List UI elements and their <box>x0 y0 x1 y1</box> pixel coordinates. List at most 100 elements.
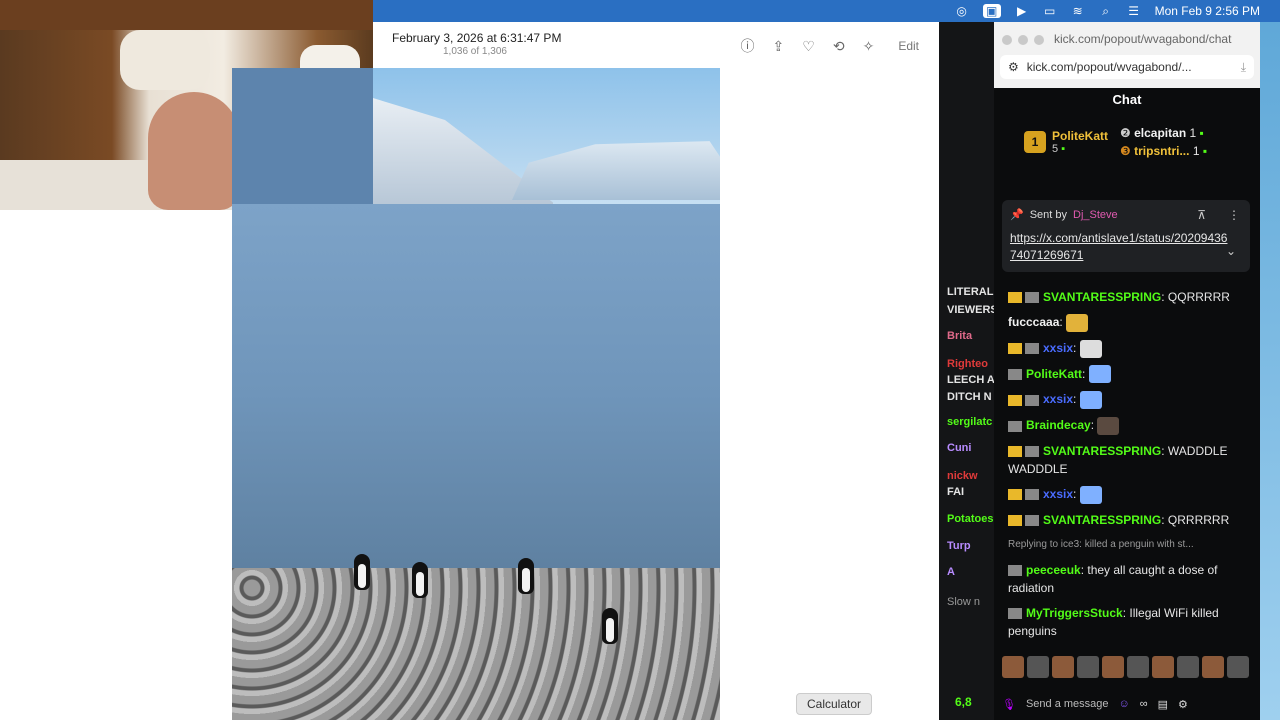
pinned-message[interactable]: 📌 Sent by Dj_Steve ⊼ ⋮ https://x.com/ant… <box>1002 200 1250 272</box>
penguin <box>602 608 618 644</box>
battery-icon[interactable]: ▭ <box>1043 4 1057 18</box>
menubar-datetime[interactable]: Mon Feb 9 2:56 PM <box>1155 4 1260 18</box>
penguin <box>518 558 534 594</box>
cabin-window <box>120 30 210 90</box>
chat-username[interactable]: PoliteKatt <box>1026 367 1082 381</box>
pinned-link[interactable]: https://x.com/antislave1/status/20209436… <box>1010 230 1230 264</box>
emote-button[interactable] <box>1002 656 1024 678</box>
emote-button[interactable] <box>1127 656 1149 678</box>
photos-toolbar: February 3, 2026 at 6:31:47 PM 1,036 of … <box>373 22 939 68</box>
wifi-icon[interactable]: ≋ <box>1071 4 1085 18</box>
sub-badge-icon <box>1025 343 1039 355</box>
url-bar[interactable]: ⚙ kick.com/popout/wvagabond/... ⤓ <box>1000 55 1254 79</box>
chat-header: Chat <box>1112 92 1142 107</box>
emote-button[interactable] <box>1177 656 1199 678</box>
close-window-icon[interactable] <box>1002 35 1012 45</box>
sub-badge-icon <box>1025 446 1039 458</box>
control-center-icon[interactable]: ☰ <box>1127 4 1141 18</box>
strip-text: Righteo <box>947 358 988 370</box>
minimize-window-icon[interactable] <box>1018 35 1028 45</box>
chat-username[interactable]: Braindecay <box>1026 418 1091 432</box>
emote-button[interactable] <box>1227 656 1249 678</box>
leader-item[interactable]: ❸ tripsntri... 1 ▪ <box>1120 144 1207 158</box>
settings-gear-icon[interactable]: ⚙ <box>1178 698 1188 711</box>
chat-username[interactable]: SVANTARESSPRING <box>1043 513 1161 527</box>
favorite-heart-icon[interactable]: ♡ <box>802 38 815 55</box>
gift-icon: ▪ <box>1061 143 1066 155</box>
chat-username[interactable]: xxsix <box>1043 341 1073 355</box>
crown-badge-icon <box>1008 446 1022 458</box>
share-icon[interactable]: ⇪ <box>773 38 785 55</box>
emoji-icon[interactable]: ☺ <box>1119 698 1130 710</box>
infinity-icon[interactable]: ∞ <box>1140 698 1148 710</box>
rotate-icon[interactable]: ⟲ <box>833 38 845 55</box>
chat-username[interactable]: SVANTARESSPRING <box>1043 290 1161 304</box>
cabin-ceiling <box>0 0 373 30</box>
sub-badge-icon <box>1025 292 1039 304</box>
more-options-icon[interactable]: ⋮ <box>1228 208 1240 222</box>
pin-icon: 📌 <box>1010 209 1024 221</box>
sub-badge-icon <box>1025 489 1039 501</box>
photos-canvas-left <box>0 210 232 720</box>
emote-button[interactable] <box>1202 656 1224 678</box>
leader-item[interactable]: 1 PoliteKatt 5 ▪ <box>1024 129 1108 155</box>
photo-water <box>232 204 720 584</box>
creative-cloud-icon[interactable]: ◎ <box>955 4 969 18</box>
emote-button[interactable] <box>1102 656 1124 678</box>
auto-enhance-icon[interactable]: ✧ <box>863 38 875 55</box>
strip-text: FAI <box>947 486 965 498</box>
chat-username[interactable]: xxsix <box>1043 392 1073 406</box>
emote-button[interactable] <box>1052 656 1074 678</box>
zoom-window-icon[interactable] <box>1034 35 1044 45</box>
emote-button[interactable] <box>1027 656 1049 678</box>
edit-button[interactable]: Edit <box>898 39 919 53</box>
mic-icon[interactable]: 🎙 <box>1002 698 1016 711</box>
url-text[interactable]: kick.com/popout/wvagabond/... <box>1027 60 1192 74</box>
chat-message: MyTriggersStuck: Illegal WiFi killed pen… <box>1008 604 1248 640</box>
pinned-sender[interactable]: Dj_Steve <box>1073 209 1118 221</box>
strip-text: nickw <box>947 470 978 482</box>
sub-badge-icon <box>1008 565 1022 577</box>
reply-context[interactable]: Replying to ice3: killed a penguin with … <box>1008 536 1248 554</box>
gift-icon: ▪ <box>1202 144 1208 158</box>
browser-tab-title[interactable]: kick.com/popout/wvagabond/chat <box>1054 32 1231 46</box>
chevron-down-icon[interactable]: ⌄ <box>1226 244 1236 258</box>
emote-image <box>1066 313 1089 332</box>
chat-message: SVANTARESSPRING: WADDDLE WADDDLE <box>1008 442 1248 478</box>
leader-count: 1 <box>1189 126 1197 140</box>
site-settings-icon[interactable]: ⚙ <box>1008 60 1019 74</box>
search-icon[interactable]: ⌕ <box>1099 4 1113 19</box>
emote-button[interactable] <box>1152 656 1174 678</box>
info-icon[interactable]: ⓘ <box>741 36 755 56</box>
chat-username[interactable]: peeceeuk <box>1026 563 1081 577</box>
crown-badge-icon <box>1008 515 1022 527</box>
chat-message: SVANTARESSPRING: QQRRRRR <box>1008 288 1248 306</box>
streamer-face <box>148 92 240 210</box>
leader-item[interactable]: ❷ elcapitan 1 ▪ <box>1120 126 1207 140</box>
unpin-icon[interactable]: ⊼ <box>1197 208 1206 222</box>
chat-text: : <box>1073 340 1077 355</box>
sub-badge-icon <box>1008 420 1022 432</box>
penguin-photo[interactable] <box>232 68 720 720</box>
strip-text: LITERAL <box>947 286 994 298</box>
play-icon[interactable]: ▶ <box>1015 4 1029 18</box>
rank-icon: ❷ <box>1120 126 1131 140</box>
sub-badge-icon <box>1025 394 1039 406</box>
screen-share-icon[interactable]: ▣ <box>982 4 1001 18</box>
emote-button[interactable] <box>1077 656 1099 678</box>
leader-list: ❷ elcapitan 1 ▪ ❸ tripsntri... 1 ▪ <box>1120 126 1207 158</box>
photo-pebble-shore <box>232 568 720 720</box>
chat-username[interactable]: fucccaaa <box>1008 315 1059 329</box>
chat-username[interactable]: SVANTARESSPRING <box>1043 444 1161 458</box>
gift-box-icon[interactable]: ▤ <box>1158 698 1168 711</box>
chat-username[interactable]: MyTriggersStuck <box>1026 606 1123 620</box>
emote-image <box>1097 417 1120 436</box>
strip-text: Slow n <box>947 596 981 608</box>
leader-count: 5 <box>1052 143 1059 155</box>
download-icon[interactable]: ⤓ <box>1241 60 1246 75</box>
chat-input[interactable]: Send a message <box>1026 698 1109 710</box>
emote-image <box>1088 365 1111 384</box>
chat-username[interactable]: xxsix <box>1043 487 1073 501</box>
chat-message: xxsix: <box>1008 485 1248 504</box>
photos-canvas-right <box>720 68 939 720</box>
